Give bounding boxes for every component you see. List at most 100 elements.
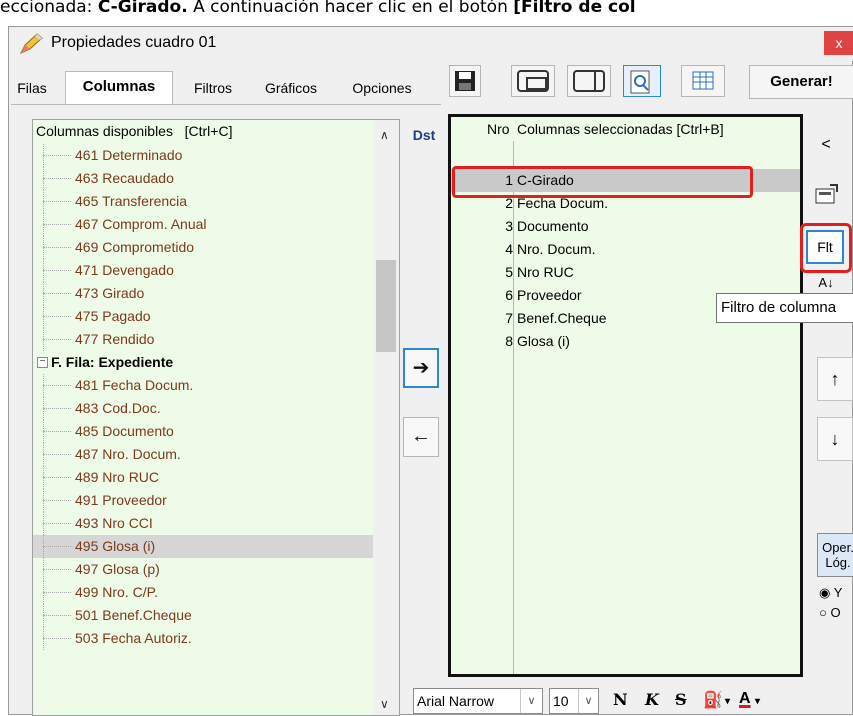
radio-y[interactable]: ◉ Y <box>819 584 842 602</box>
available-columns-tree[interactable]: Columnas disponibles [Ctrl+C] 461 Determ… <box>32 119 400 716</box>
tab-columnas[interactable]: Columnas <box>65 71 173 105</box>
tree-item[interactable]: 497 Glosa (p) <box>33 558 373 581</box>
tree-item-label: 473 Girado <box>75 285 145 301</box>
tree-item-label: 481 Fecha Docum. <box>75 377 194 393</box>
tree-item[interactable]: 487 Nro. Docum. <box>33 443 373 466</box>
selected-column-row[interactable]: 5 Nro RUC <box>451 261 800 284</box>
selected-columns-list[interactable]: Nro Columnas seleccionadas [Ctrl+B] 1 C-G… <box>451 117 800 674</box>
tab-graficos[interactable]: Gráficos <box>253 75 329 103</box>
tree-item[interactable]: 471 Devengado <box>33 259 373 282</box>
split-button[interactable] <box>567 65 611 97</box>
radio-o[interactable]: ○ O <box>819 604 841 622</box>
selected-column-row[interactable]: 4 Nro. Docum. <box>451 238 800 261</box>
tree-item[interactable]: 477 Rendido <box>33 328 373 351</box>
save-button[interactable] <box>449 65 481 97</box>
tree-item-label: 463 Recaudado <box>75 170 174 186</box>
arrow-up-icon: ↑ <box>830 369 840 389</box>
move-up-button[interactable]: ↑ <box>817 357 853 401</box>
fill-color-icon[interactable]: ⛽ <box>703 690 723 710</box>
tree-line <box>43 546 71 547</box>
tree-line <box>43 339 71 340</box>
tree-group[interactable]: − F. Fila: Expediente <box>33 351 373 374</box>
row-column-name: Proveedor <box>517 287 582 303</box>
tree-item[interactable]: 465 Transferencia <box>33 190 373 213</box>
italic-button[interactable]: K <box>645 690 659 709</box>
scroll-thumb[interactable] <box>376 260 396 352</box>
strike-button[interactable]: S <box>675 690 687 709</box>
collapse-button[interactable]: < <box>806 127 846 163</box>
sort-az-button[interactable]: A↓ <box>806 273 846 293</box>
remove-column-button[interactable]: ← <box>403 417 439 457</box>
font-toolbar: Arial Narrow ∨ 10 ∨ N K S ⛽ ▾ A ▾ <box>413 680 853 714</box>
collapse-icon[interactable]: − <box>37 357 48 368</box>
tree-item[interactable]: 493 Nro CCI <box>33 512 373 535</box>
chevron-down-icon[interactable]: ∨ <box>578 689 598 713</box>
tree-item[interactable]: 485 Documento <box>33 420 373 443</box>
tree-line <box>43 270 71 271</box>
layout-button[interactable] <box>511 65 555 97</box>
tree-item[interactable]: 503 Fecha Autoriz. <box>33 627 373 650</box>
title-bar[interactable]: Propiedades cuadro 01 x <box>9 27 853 61</box>
logical-operator-box: Oper. Lóg. <box>817 533 853 577</box>
table-button[interactable] <box>681 65 725 97</box>
highlight-filter-button: Flt <box>800 223 852 273</box>
close-button[interactable]: x <box>824 31 853 55</box>
selected-column-row[interactable]: 8 Glosa (i) <box>451 330 800 353</box>
header-nro: Nro <box>487 121 510 137</box>
tree-item[interactable]: 463 Recaudado <box>33 167 373 190</box>
move-down-button[interactable]: ↓ <box>817 417 853 461</box>
font-family-select[interactable]: Arial Narrow ∨ <box>413 688 543 714</box>
tree-item[interactable]: 469 Comprometido <box>33 236 373 259</box>
tree-item[interactable]: 489 Nro RUC <box>33 466 373 489</box>
tree-item[interactable]: 481 Fecha Docum. <box>33 374 373 397</box>
tree-scrollbar[interactable]: ∧ ∨ <box>373 120 399 715</box>
table-icon <box>692 71 714 90</box>
tree-item[interactable]: 475 Pagado <box>33 305 373 328</box>
properties-icon <box>815 184 838 204</box>
fill-dropdown-icon[interactable]: ▾ <box>725 696 730 707</box>
tree-item[interactable]: 495 Glosa (i) <box>33 535 373 558</box>
bold-button[interactable]: N <box>613 690 628 709</box>
tree-item[interactable]: 467 Comprom. Anual <box>33 213 373 236</box>
scroll-down-icon[interactable]: ∨ <box>380 697 389 711</box>
row-number: 4 <box>505 241 513 257</box>
preview-button[interactable] <box>623 65 661 97</box>
font-size-value: 10 <box>553 693 569 709</box>
window-title: Propiedades cuadro 01 <box>51 34 217 51</box>
tree-item[interactable]: 499 Nro. C/P. <box>33 581 373 604</box>
add-column-button[interactable]: ➔ <box>403 348 439 388</box>
dst-label[interactable]: Dst <box>403 123 445 151</box>
properties-button[interactable] <box>806 177 846 213</box>
oper-label: Oper. <box>822 540 853 555</box>
tree-item-label: 497 Glosa (p) <box>75 561 160 577</box>
tab-filtros[interactable]: Filtros <box>181 75 245 103</box>
generate-button[interactable]: Generar! <box>749 65 853 99</box>
tree-line <box>43 408 71 409</box>
preview-icon <box>630 70 650 94</box>
caption-text-middle: A continuación hacer clic en el botón <box>187 0 514 17</box>
tree-item[interactable]: 461 Determinado <box>33 144 373 167</box>
arrow-left-icon: ← <box>411 425 431 447</box>
tree-item-label: 475 Pagado <box>75 308 151 324</box>
chevron-down-icon[interactable]: ∨ <box>520 689 542 713</box>
tree-item[interactable]: 501 Benef.Cheque <box>33 604 373 627</box>
row-column-name: Nro. Docum. <box>517 241 596 257</box>
font-size-select[interactable]: 10 ∨ <box>549 688 599 714</box>
selected-column-row[interactable]: 3 Documento <box>451 215 800 238</box>
row-number: 5 <box>505 264 513 280</box>
filter-columns-button[interactable]: Flt <box>806 230 844 264</box>
tab-opciones[interactable]: Opciones <box>337 75 427 103</box>
tab-filas[interactable]: Filas <box>11 75 53 103</box>
row-column-name: Documento <box>517 218 589 234</box>
tree-item[interactable]: 491 Proveedor <box>33 489 373 512</box>
scroll-up-icon[interactable]: ∧ <box>380 128 389 142</box>
radio-y-label: Y <box>833 585 843 600</box>
tree-item-label: 485 Documento <box>75 423 174 439</box>
font-color-icon[interactable]: A <box>739 690 751 708</box>
tree-item[interactable]: 483 Cod.Doc. <box>33 397 373 420</box>
font-color-dropdown-icon[interactable]: ▾ <box>755 696 760 707</box>
caption-bold-filter: [Filtro de col <box>513 0 636 17</box>
font-family-value: Arial Narrow <box>417 693 495 709</box>
tree-item[interactable]: 473 Girado <box>33 282 373 305</box>
row-number: 6 <box>505 287 513 303</box>
